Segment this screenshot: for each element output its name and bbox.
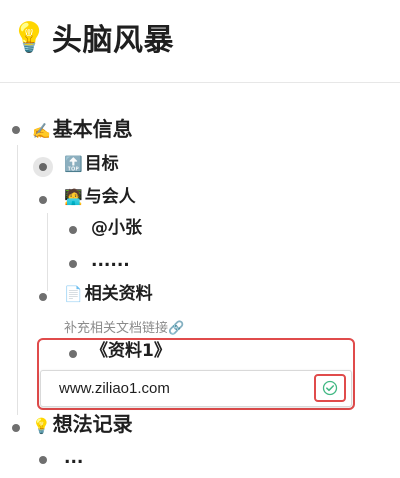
document-icon: 📄 (64, 285, 83, 303)
outline-node-label: 目标 (84, 154, 119, 174)
outline-bullet-idea-more[interactable] (39, 456, 47, 464)
outline-node-participants[interactable]: 🧑‍💻 与会人 (64, 187, 136, 207)
outline-bullet-collapsed-goal[interactable] (33, 157, 53, 177)
outline-guide-level-2 (47, 213, 48, 291)
title-divider (0, 82, 400, 83)
top-arrow-icon: 🔝 (64, 155, 83, 173)
outline-bullet-participants[interactable] (39, 196, 47, 204)
outline-node-label: 想法记录 (52, 412, 133, 436)
outline-node-materials[interactable]: 📄 相关资料 (64, 284, 153, 304)
outline-bullet-participant-more[interactable] (69, 260, 77, 268)
check-circle-icon (322, 380, 338, 396)
outline-node-idea-more[interactable]: ... (64, 448, 83, 468)
ellipsis-text: ... (64, 448, 84, 468)
outline-node-label: 相关资料 (84, 284, 153, 304)
outline-node-label: 基本信息 (52, 117, 133, 141)
outline-bullet-participant-1[interactable] (69, 226, 77, 234)
outline-bullet-root-1[interactable] (12, 126, 20, 134)
confirm-link-button[interactable] (314, 374, 346, 402)
outline-node-goal[interactable]: 🔝 目标 (64, 154, 119, 174)
outline-node-label: 与会人 (84, 187, 136, 207)
mindmap-outline-page: 💡 头脑风暴 ✍️ 基本信息 🔝 目标 🧑‍💻 与会人 @小张 ...... 📄 相关资… (0, 0, 400, 478)
outline-node-basic-info[interactable]: ✍️ 基本信息 (32, 117, 133, 141)
page-title: 头脑风暴 (52, 23, 174, 58)
outline-bullet-material-1[interactable] (69, 350, 77, 358)
note-text: 补充相关文档链接🔗 (64, 321, 185, 336)
outline-bullet-materials[interactable] (39, 293, 47, 301)
lightbulb-icon: 💡 (10, 19, 48, 54)
page-header: 💡 头脑风暴 (10, 10, 174, 64)
outline-note-materials[interactable]: 补充相关文档链接🔗 (64, 317, 184, 336)
outline-bullet-root-2[interactable] (12, 424, 20, 432)
outline-guide-level-1 (17, 145, 18, 415)
lightbulb-icon: 💡 (32, 417, 51, 435)
person-at-laptop-icon: 🧑‍💻 (64, 188, 83, 206)
outline-lower-section: 💡 想法记录 ... (0, 410, 400, 478)
ellipsis-text: ...... (91, 251, 130, 271)
writing-hand-icon: ✍️ (32, 122, 51, 140)
outline-node-participant-1[interactable]: @小张 (91, 218, 142, 238)
link-edit-input[interactable]: www.ziliao1.com (40, 370, 352, 407)
mention-text: @小张 (91, 218, 142, 238)
material-title: 《资料1》 (91, 341, 171, 361)
link-value: www.ziliao1.com (59, 380, 170, 397)
outline-node-material-1[interactable]: 《资料1》 (91, 341, 171, 361)
outline-node-idea-record[interactable]: 💡 想法记录 (32, 412, 133, 436)
outline-node-participant-more[interactable]: ...... (91, 251, 130, 271)
